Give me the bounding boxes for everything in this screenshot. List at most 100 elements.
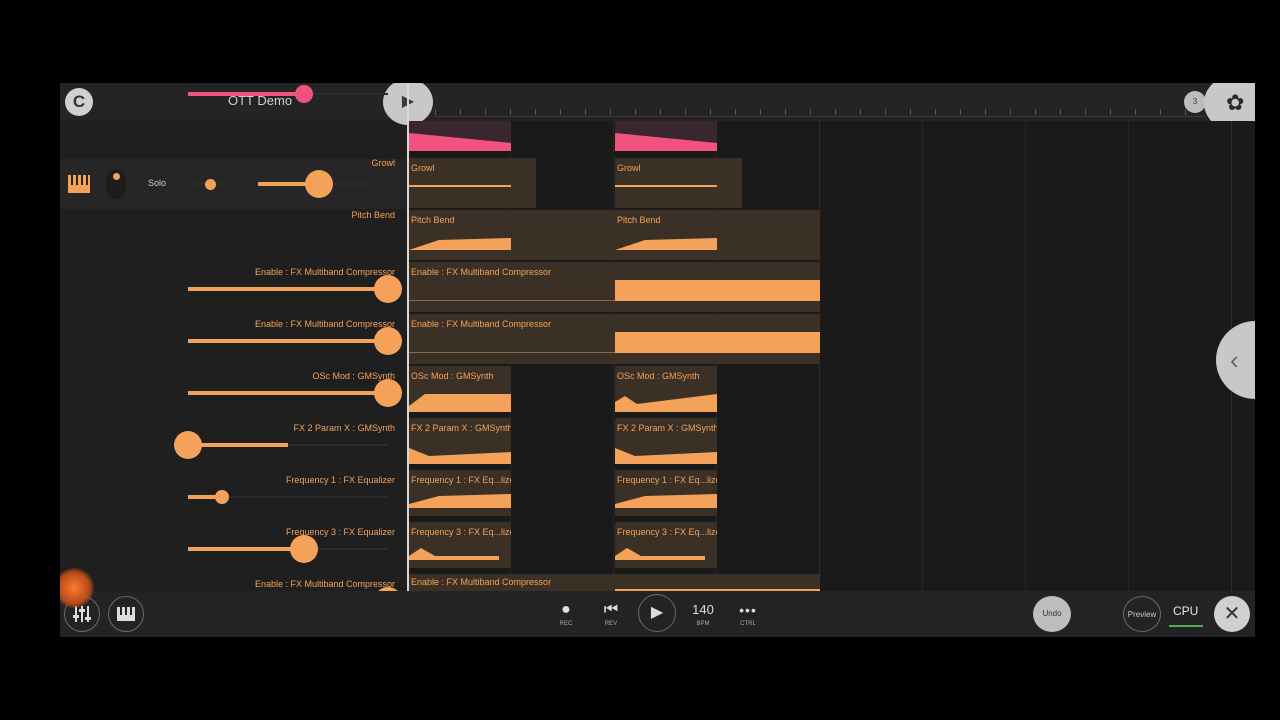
close-button[interactable]: ✕ <box>1214 596 1250 632</box>
automation-slider[interactable] <box>188 339 388 343</box>
clip-enable-compressor-3[interactable]: Enable : FX Multiband Compressor <box>409 574 820 591</box>
clip-pink-2[interactable] <box>615 121 717 151</box>
ruler-tick <box>885 109 886 115</box>
ruler-tick <box>1160 109 1161 115</box>
slider-knob[interactable] <box>374 327 402 355</box>
fl-fruit-icon: ✿ <box>1226 90 1245 115</box>
ruler-tick <box>1110 109 1111 115</box>
freq3-curve <box>615 548 705 560</box>
ruler-tick <box>1135 109 1136 115</box>
ruler-tick <box>535 109 536 115</box>
track-label: Enable : FX Multiband Compressor <box>254 579 395 589</box>
slider-knob[interactable] <box>295 85 313 103</box>
clip-fx2-param-1[interactable]: FX 2 Param X : GMSynth <box>409 418 511 464</box>
slider-fill <box>188 547 304 551</box>
track-label: Enable : FX Multiband Compressor <box>254 319 395 329</box>
ruler-tick <box>1060 109 1061 115</box>
automation-track-row: Frequency 3 : FX Equalizer <box>60 523 407 575</box>
growl-line <box>615 185 717 187</box>
playhead[interactable] <box>407 83 409 591</box>
track-label: Frequency 1 : FX Equalizer <box>285 475 395 485</box>
record-button[interactable]: ● REC <box>556 599 576 627</box>
ruler-tick <box>785 109 786 115</box>
piano-roll-button[interactable] <box>108 596 144 632</box>
enable-curve <box>409 280 820 301</box>
track-label: Growl <box>371 158 395 168</box>
ruler-baseline <box>435 116 1205 117</box>
preview-button[interactable]: Preview <box>1123 596 1161 632</box>
clip-osc-mod-2[interactable]: OSc Mod : GMSynth <box>615 366 717 412</box>
clip-pink-1[interactable] <box>409 121 511 151</box>
slider-knob[interactable] <box>215 490 229 504</box>
rec-label: REC <box>559 621 573 627</box>
freq3-curve <box>409 548 499 560</box>
close-icon: ✕ <box>1223 603 1241 625</box>
clip-enable-compressor-2[interactable]: Enable : FX Multiband Compressor <box>409 314 820 364</box>
slider-knob[interactable] <box>374 379 402 407</box>
clip-growl-2[interactable]: Growl <box>615 158 742 208</box>
slider-fill <box>188 391 388 395</box>
enable-curve <box>615 589 820 591</box>
pink-envelope <box>615 133 717 151</box>
automation-slider[interactable] <box>188 547 388 551</box>
record-icon: ● <box>561 601 571 618</box>
tempo-control[interactable]: 140 BPM <box>688 599 718 627</box>
enable-curve <box>409 332 820 353</box>
grid-line <box>922 121 923 591</box>
timeline-ruler[interactable]: 3 <box>435 83 1206 121</box>
slider-knob[interactable] <box>304 170 333 198</box>
cpu-meter-label[interactable]: CPU <box>1173 604 1198 618</box>
ruler-tick <box>610 109 611 115</box>
rewind-button[interactable]: ⏮ REV <box>601 599 621 627</box>
automation-track-row: Enable : FX Multiband Compressor <box>60 263 407 315</box>
ruler-tick <box>510 109 511 115</box>
bpm-label: BPM <box>696 621 710 627</box>
fx2-curve <box>409 448 511 464</box>
osc-mod-curve <box>615 394 717 412</box>
more-dots-icon: ••• <box>739 602 757 618</box>
ruler-tick <box>585 109 586 115</box>
undo-button[interactable]: Undo <box>1033 596 1071 632</box>
ctrl-label: CTRL <box>740 621 756 627</box>
clip-pitch-bend[interactable]: Pitch Bend Pitch Bend <box>409 210 820 260</box>
ruler-tick <box>460 109 461 115</box>
automation-slider[interactable] <box>188 287 388 291</box>
chevron-left-icon: ‹ <box>1230 345 1239 375</box>
clip-freq3-2[interactable]: Frequency 3 : FX Eq...lizer <box>615 522 717 568</box>
ruler-tick <box>860 109 861 115</box>
clip-fx2-param-2[interactable]: FX 2 Param X : GMSynth <box>615 418 717 464</box>
play-icon: ▶ <box>650 604 664 621</box>
playlist-grid[interactable]: Growl Growl Pitch Bend Pitch Bend Enable… <box>407 121 1255 591</box>
slider-fill <box>188 92 304 96</box>
clip-freq1-1[interactable]: Frequency 1 : FX Eq...lizer <box>409 470 511 516</box>
ruler-tick <box>435 109 436 115</box>
ruler-tick <box>560 109 561 115</box>
slider-knob[interactable] <box>174 431 202 459</box>
clip-enable-compressor-1[interactable]: Enable : FX Multiband Compressor <box>409 262 820 312</box>
slider-knob[interactable] <box>290 535 318 563</box>
automation-track-row: Enable : FX Multiband Compressor <box>60 315 407 367</box>
transport-play-button[interactable]: ▶ <box>638 594 676 632</box>
ruler-tick <box>1010 109 1011 115</box>
fx2-curve <box>615 448 717 464</box>
clip-freq3-1[interactable]: Frequency 3 : FX Eq...lizer <box>409 522 511 568</box>
grid-line <box>1025 121 1026 591</box>
ctrl-button[interactable]: ••• CTRL <box>735 599 761 627</box>
slider-fill <box>188 287 388 291</box>
automation-track-row: Pitch Bend <box>60 210 407 263</box>
clip-growl-1[interactable]: Growl <box>409 158 536 208</box>
automation-slider[interactable] <box>188 443 388 447</box>
automation-track-row: Frequency 1 : FX Equalizer <box>60 471 407 523</box>
clip-osc-mod-1[interactable]: OSc Mod : GMSynth <box>409 366 511 412</box>
slider-knob[interactable] <box>374 275 402 303</box>
ruler-tick <box>760 109 761 115</box>
growl-line <box>409 185 511 187</box>
clip-freq1-2[interactable]: Frequency 1 : FX Eq...lizer <box>615 470 717 516</box>
track-label: Pitch Bend <box>351 210 395 220</box>
automation-slider[interactable] <box>188 92 388 96</box>
ruler-tick <box>835 109 836 115</box>
bar-marker[interactable]: 3 <box>1184 91 1206 113</box>
automation-slider[interactable] <box>188 391 388 395</box>
freq1-curve <box>409 494 511 508</box>
pink-envelope <box>409 133 511 151</box>
